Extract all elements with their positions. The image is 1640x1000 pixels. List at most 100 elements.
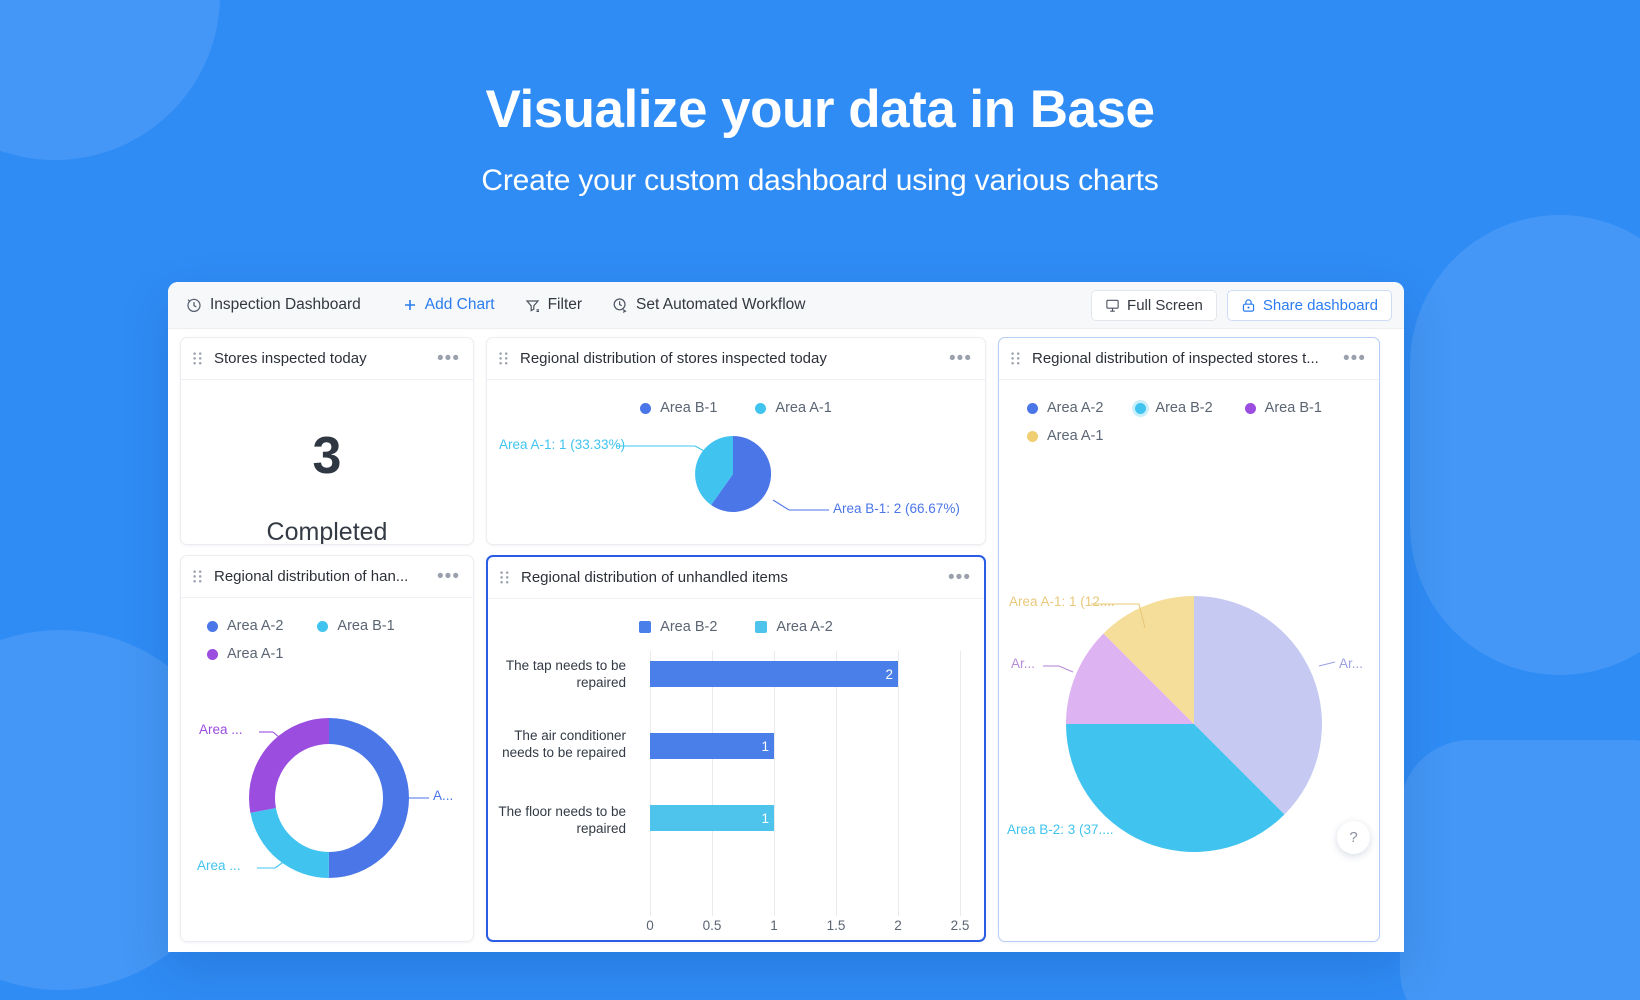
card-title: Regional distribution of inspected store… [1032,350,1319,367]
toolbar-right-group: Full Screen Share dashboard [1091,289,1392,321]
chart-legend: Area B-1 Area A-1 [487,380,985,416]
help-button[interactable]: ? [1337,821,1370,854]
funnel-icon [525,298,540,313]
card-regional-distribution-stores-inspected[interactable]: Regional distribution of stores inspecte… [486,337,986,545]
gridline [960,651,961,916]
drag-handle-icon[interactable] [500,571,512,584]
legend-swatch-icon [207,648,218,660]
bar-area-b2-tap[interactable]: 2 [650,661,898,687]
dashboard-canvas: Stores inspected today ••• 3 Completed R… [168,329,1404,952]
card-header: Regional distribution of han... ••• [181,556,473,598]
bar-row[interactable]: The tap needs to be repaired [488,657,638,692]
legend-swatch-icon [639,621,652,633]
workflow-label: Set Automated Workflow [636,296,806,313]
x-tick: 2 [894,918,902,933]
legend-item[interactable]: Area A-1 [1027,428,1379,444]
legend-swatch-icon [640,402,652,414]
pie-slice-label-area-b1: Area B-1: 2 (66.67%) [833,501,960,516]
ellipsis-icon[interactable]: ••• [948,568,971,587]
ellipsis-icon[interactable]: ••• [1343,349,1366,368]
drag-handle-icon[interactable] [499,352,511,365]
legend-label: Area A-2 [776,619,833,635]
bar-row[interactable]: The air conditioner needs to be repaired [488,727,638,762]
legend-item[interactable]: Area B-1 [1244,400,1322,416]
card-body: Area A-2 Area B-1 Area A-1 Area ... A...… [181,598,473,941]
chart-legend: Area B-2 Area A-2 [488,599,984,635]
bar-value-label: 1 [761,738,769,754]
legend-item[interactable]: Area A-1 [207,646,473,662]
pie-chart-large[interactable]: Area A-1: 1 (12.... Ar... Ar... Area B-2… [999,444,1379,941]
donut-slice-label-top: Area ... [199,722,243,737]
bar-value-label: 2 [885,666,893,682]
decorative-blob-bottom-right [1400,740,1640,1000]
chart-legend: Area A-2 Area B-1 Area A-1 [181,598,473,662]
legend-label: Area A-1 [775,400,832,416]
gridline [650,651,651,916]
legend-swatch-icon [1027,402,1038,414]
legend-item[interactable]: Area B-2 [1135,400,1213,416]
legend-item[interactable]: Area B-2 [639,619,717,635]
bar-x-axis: 0 0.5 1 1.5 2 2.5 [646,918,969,938]
ellipsis-icon[interactable]: ••• [437,349,460,368]
legend-swatch-icon [207,620,218,632]
card-body: 3 Completed [181,426,473,545]
metric-label: Completed [266,518,388,545]
card-header: Stores inspected today ••• [181,338,473,380]
bar-row[interactable]: The floor needs to be repaired [488,803,638,838]
legend-item[interactable]: Area A-2 [1027,400,1103,416]
share-dashboard-button[interactable]: Share dashboard [1226,289,1392,321]
card-regional-distribution-unhandled-items[interactable]: Regional distribution of unhandled items… [486,555,986,942]
x-tick: 0 [646,918,654,933]
legend-item[interactable]: Area A-1 [755,400,832,416]
drag-handle-icon[interactable] [193,570,205,583]
full-screen-button[interactable]: Full Screen [1091,289,1217,321]
x-tick: 0.5 [702,918,722,933]
x-tick: 1 [770,918,778,933]
hero-subtitle: Create your custom dashboard using vario… [481,163,1159,197]
card-body: Area B-2 Area A-2 The tap needs to be re… [488,599,984,940]
filter-button[interactable]: Filter [525,296,582,314]
bar-area-a2-floor[interactable]: 1 [650,805,774,831]
legend-item[interactable]: Area A-2 [207,618,283,634]
automation-icon [612,297,628,313]
fullscreen-icon [1105,298,1120,313]
card-regional-distribution-handled[interactable]: Regional distribution of han... ••• Area… [180,555,474,942]
plus-icon [403,298,417,312]
card-header: Regional distribution of unhandled items… [488,557,984,599]
metric-value: 3 [312,427,342,485]
ellipsis-icon[interactable]: ••• [949,349,972,368]
pie-chart-small[interactable]: Area A-1: 1 (33.33%) Area B-1: 2 (66.67%… [487,416,985,544]
card-stores-inspected-today[interactable]: Stores inspected today ••• 3 Completed [180,337,474,545]
bar-category-label: The floor needs to be repaired [498,804,626,837]
bar-chart[interactable]: The tap needs to be repaired The air con… [488,651,976,940]
ellipsis-icon[interactable]: ••• [437,567,460,586]
legend-swatch-icon [1244,402,1256,414]
legend-label: Area A-1 [1047,428,1104,444]
legend-label: Area A-1 [227,646,284,662]
set-automated-workflow-button[interactable]: Set Automated Workflow [612,296,805,314]
dashboard-window: Inspection Dashboard Add Chart Filter Se [168,282,1404,952]
drag-handle-icon[interactable] [1011,352,1023,365]
legend-swatch-icon [1027,430,1038,442]
card-regional-distribution-inspected-stores[interactable]: Regional distribution of inspected store… [998,337,1380,942]
bar-area-b2-aircon[interactable]: 1 [650,733,774,759]
legend-label: Area B-1 [1264,400,1322,416]
dashboard-title-text: Inspection Dashboard [210,296,361,313]
pie-slice-label-area-b2: Area B-2: 3 (37.... [1007,822,1114,837]
card-title: Stores inspected today [214,350,367,367]
chart-legend: Area A-2 Area B-2 Area B-1 Area A-1 [999,380,1379,444]
legend-label: Area B-2 [1155,400,1213,416]
legend-swatch-icon [755,402,767,414]
legend-swatch-icon [755,621,768,633]
gridline [836,651,837,916]
legend-item[interactable]: Area A-2 [755,619,833,635]
legend-item[interactable]: Area B-1 [640,400,717,416]
donut-chart[interactable]: Area ... A... Area ... [181,662,473,941]
card-body: Area B-1 Area A-1 Area A-1: 1 (33.33%) A… [487,380,985,544]
pie-slice-label-area-a1: Area A-1: 1 (12.... [1009,594,1115,609]
card-header: Regional distribution of inspected store… [999,338,1379,380]
legend-item[interactable]: Area B-1 [317,618,395,634]
add-chart-button[interactable]: Add Chart [403,296,495,314]
drag-handle-icon[interactable] [193,352,205,365]
dashboard-title-item[interactable]: Inspection Dashboard [186,296,361,314]
